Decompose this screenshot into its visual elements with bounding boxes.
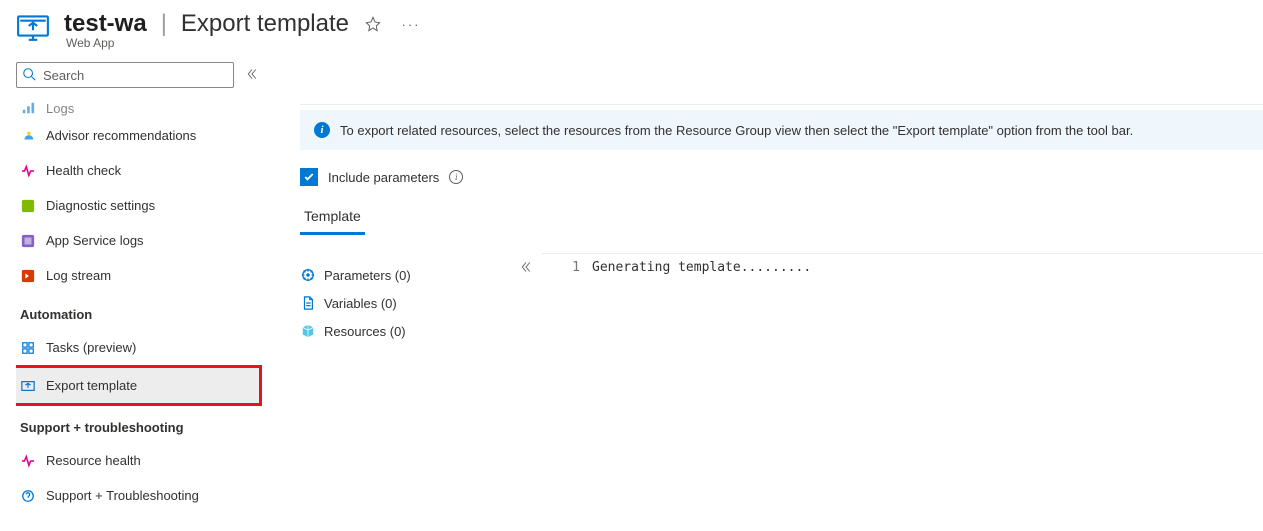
resource-name: test-wa <box>64 10 147 38</box>
sidebar-item-export-template[interactable]: Export template <box>16 368 259 403</box>
section-support: Support + troubleshooting <box>16 406 258 443</box>
include-parameters-label: Include parameters <box>328 170 439 185</box>
sidebar-item-label: App Service logs <box>46 233 144 248</box>
sidebar-item-tasks[interactable]: Tasks (preview) <box>16 330 258 365</box>
diagnostic-icon <box>20 198 36 214</box>
more-button[interactable]: ··· <box>397 10 425 38</box>
info-icon: i <box>314 122 330 138</box>
sidebar-item-label: Advisor recommendations <box>46 128 196 143</box>
template-tree: Parameters (0) Variables (0) Resources (… <box>300 253 510 513</box>
sidebar-item-health-check[interactable]: Health check <box>16 153 258 188</box>
sidebar-item-diagnostic-settings[interactable]: Diagnostic settings <box>16 188 258 223</box>
export-template-icon <box>20 378 36 394</box>
section-automation: Automation <box>16 293 258 330</box>
info-tooltip-icon[interactable]: i <box>449 170 463 184</box>
page-header: test-wa | Export template ··· Web App <box>0 0 1263 56</box>
main-content: i To export related resources, select th… <box>262 56 1263 531</box>
favorite-button[interactable] <box>359 10 387 38</box>
editor-gutter: 1 <box>542 260 592 513</box>
logs-icon <box>20 100 36 116</box>
sidebar-nav[interactable]: Logs Advisor recommendations Health chec… <box>16 98 262 531</box>
tree-item-parameters[interactable]: Parameters (0) <box>300 261 510 289</box>
sidebar-item-log-stream[interactable]: Log stream <box>16 258 258 293</box>
sidebar-item-label: Logs <box>46 101 74 116</box>
tree-item-resources[interactable]: Resources (0) <box>300 317 510 345</box>
sidebar-item-resource-health[interactable]: Resource health <box>16 443 258 478</box>
sidebar-item-label: Support + Troubleshooting <box>46 488 199 503</box>
code-editor[interactable]: 1 Generating template......... <box>542 253 1263 513</box>
health-check-icon <box>20 163 36 179</box>
highlight-annotation: Export template <box>16 365 262 406</box>
collapse-sidebar-button[interactable] <box>242 64 262 87</box>
webapp-icon <box>16 10 50 44</box>
sidebar-item-label: Diagnostic settings <box>46 198 155 213</box>
sidebar-item-app-service-logs[interactable]: App Service logs <box>16 223 258 258</box>
sidebar: Logs Advisor recommendations Health chec… <box>0 56 262 531</box>
title-divider: | <box>161 10 167 38</box>
resources-icon <box>300 323 316 339</box>
tabs: Template <box>300 208 1263 235</box>
search-icon <box>22 67 36 84</box>
collapse-tree-button[interactable] <box>510 261 542 276</box>
tree-item-label: Parameters (0) <box>324 268 411 283</box>
info-text: To export related resources, select the … <box>340 123 1133 138</box>
log-stream-icon <box>20 268 36 284</box>
tree-item-label: Variables (0) <box>324 296 397 311</box>
page-title: Export template <box>181 10 349 38</box>
sidebar-item-label: Log stream <box>46 268 111 283</box>
tab-template[interactable]: Template <box>300 208 365 235</box>
tasks-icon <box>20 340 36 356</box>
sidebar-item-label: Health check <box>46 163 121 178</box>
code-line: Generating template......... <box>592 260 811 275</box>
sidebar-item-label: Export template <box>46 378 137 393</box>
sidebar-item-label: Tasks (preview) <box>46 340 136 355</box>
support-icon <box>20 488 36 504</box>
line-number: 1 <box>542 260 580 275</box>
variables-icon <box>300 295 316 311</box>
sidebar-item-label: Resource health <box>46 453 141 468</box>
tree-item-variables[interactable]: Variables (0) <box>300 289 510 317</box>
include-parameters-checkbox[interactable] <box>300 168 318 186</box>
info-banner: i To export related resources, select th… <box>300 110 1263 150</box>
parameters-icon <box>300 267 316 283</box>
app-logs-icon <box>20 233 36 249</box>
sidebar-item-advisor[interactable]: Advisor recommendations <box>16 118 258 153</box>
sidebar-item-logs[interactable]: Logs <box>16 98 258 118</box>
advisor-icon <box>20 128 36 144</box>
sidebar-item-support-troubleshooting[interactable]: Support + Troubleshooting <box>16 478 258 513</box>
resource-health-icon <box>20 453 36 469</box>
resource-type: Web App <box>66 36 425 50</box>
search-input[interactable] <box>16 62 234 88</box>
tree-item-label: Resources (0) <box>324 324 406 339</box>
